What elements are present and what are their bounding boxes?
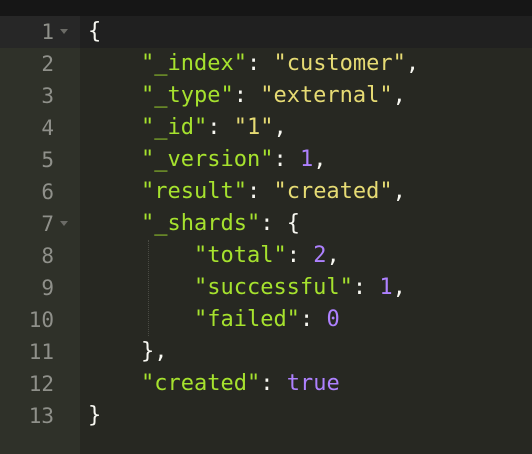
code-text: }, bbox=[88, 336, 168, 368]
close-brace: }, bbox=[140, 339, 168, 364]
line-number: 1 bbox=[41, 20, 54, 44]
code-editor[interactable]: 1 { 2 "_index": "customer", 3 "_type": "… bbox=[0, 0, 532, 454]
code-text: "_id": "1", bbox=[140, 115, 287, 140]
line-number: 4 bbox=[41, 116, 54, 140]
code-text: "result": "created", bbox=[140, 179, 406, 204]
code-line[interactable]: 11 }, bbox=[0, 336, 532, 368]
code-text: "_index": "customer", bbox=[140, 51, 420, 76]
line-number: 7 bbox=[41, 212, 54, 236]
code-text: { bbox=[88, 16, 101, 48]
line-number: 11 bbox=[28, 340, 54, 364]
json-key: "created" bbox=[140, 371, 261, 396]
code-line[interactable]: 8 "total": 2, bbox=[0, 240, 532, 272]
code-line[interactable]: 3 "_type": "external", bbox=[0, 80, 532, 112]
json-string-value: "customer" bbox=[273, 51, 406, 76]
code-text: "_shards": { bbox=[140, 211, 300, 236]
json-key: "successful" bbox=[193, 275, 353, 300]
json-number-value: 0 bbox=[326, 307, 340, 332]
code-text: "_version": 1, bbox=[140, 147, 327, 172]
json-number-value: 1 bbox=[299, 147, 314, 172]
code-text: "failed": 0 bbox=[193, 307, 340, 332]
open-brace: { bbox=[286, 211, 300, 236]
code-line[interactable]: 9 "successful": 1, bbox=[0, 272, 532, 304]
code-text: "created": true bbox=[140, 371, 340, 396]
line-number: 13 bbox=[28, 404, 54, 428]
code-line[interactable]: 13 } bbox=[0, 400, 532, 432]
code-text: "successful": 1, bbox=[193, 275, 406, 300]
json-string-value: "external" bbox=[260, 83, 393, 108]
code-line[interactable]: 1 { bbox=[0, 16, 532, 48]
json-key: "total" bbox=[193, 243, 287, 268]
json-key: "failed" bbox=[193, 307, 300, 332]
code-text: "total": 2, bbox=[193, 243, 340, 268]
code-line[interactable]: 12 "created": true bbox=[0, 368, 532, 400]
json-key: "_id" bbox=[140, 115, 208, 140]
json-string-value: "created" bbox=[273, 179, 393, 204]
json-boolean-value: true bbox=[286, 371, 340, 396]
line-number: 9 bbox=[41, 276, 54, 300]
line-number: 5 bbox=[41, 148, 54, 172]
line-number: 12 bbox=[28, 372, 54, 396]
json-key: "_type" bbox=[140, 83, 234, 108]
json-string-value: "1" bbox=[233, 115, 274, 140]
fold-arrow-icon[interactable] bbox=[60, 221, 68, 226]
code-line[interactable]: 10 "failed": 0 bbox=[0, 304, 532, 336]
line-number: 10 bbox=[28, 308, 54, 332]
code-line[interactable]: 2 "_index": "customer", bbox=[0, 48, 532, 80]
fold-arrow-icon[interactable] bbox=[60, 29, 68, 34]
code-line[interactable]: 7 "_shards": { bbox=[0, 208, 532, 240]
code-line[interactable]: 6 "result": "created", bbox=[0, 176, 532, 208]
code-text: } bbox=[88, 400, 101, 432]
json-key: "_index" bbox=[140, 51, 247, 76]
json-key: "_version" bbox=[140, 147, 274, 172]
line-number: 3 bbox=[41, 84, 54, 108]
code-line[interactable]: 5 "_version": 1, bbox=[0, 144, 532, 176]
line-number: 2 bbox=[41, 52, 54, 76]
editor-top-bar bbox=[0, 0, 532, 16]
json-number-value: 1 bbox=[379, 275, 393, 300]
code-line[interactable]: 4 "_id": "1", bbox=[0, 112, 532, 144]
json-number-value: 2 bbox=[313, 243, 327, 268]
line-number: 6 bbox=[41, 180, 54, 204]
close-brace: } bbox=[88, 403, 102, 428]
json-key: "result" bbox=[140, 179, 247, 204]
open-brace: { bbox=[88, 19, 102, 44]
json-key: "_shards" bbox=[140, 211, 261, 236]
line-number: 8 bbox=[41, 244, 54, 268]
code-text: "_type": "external", bbox=[140, 83, 406, 108]
